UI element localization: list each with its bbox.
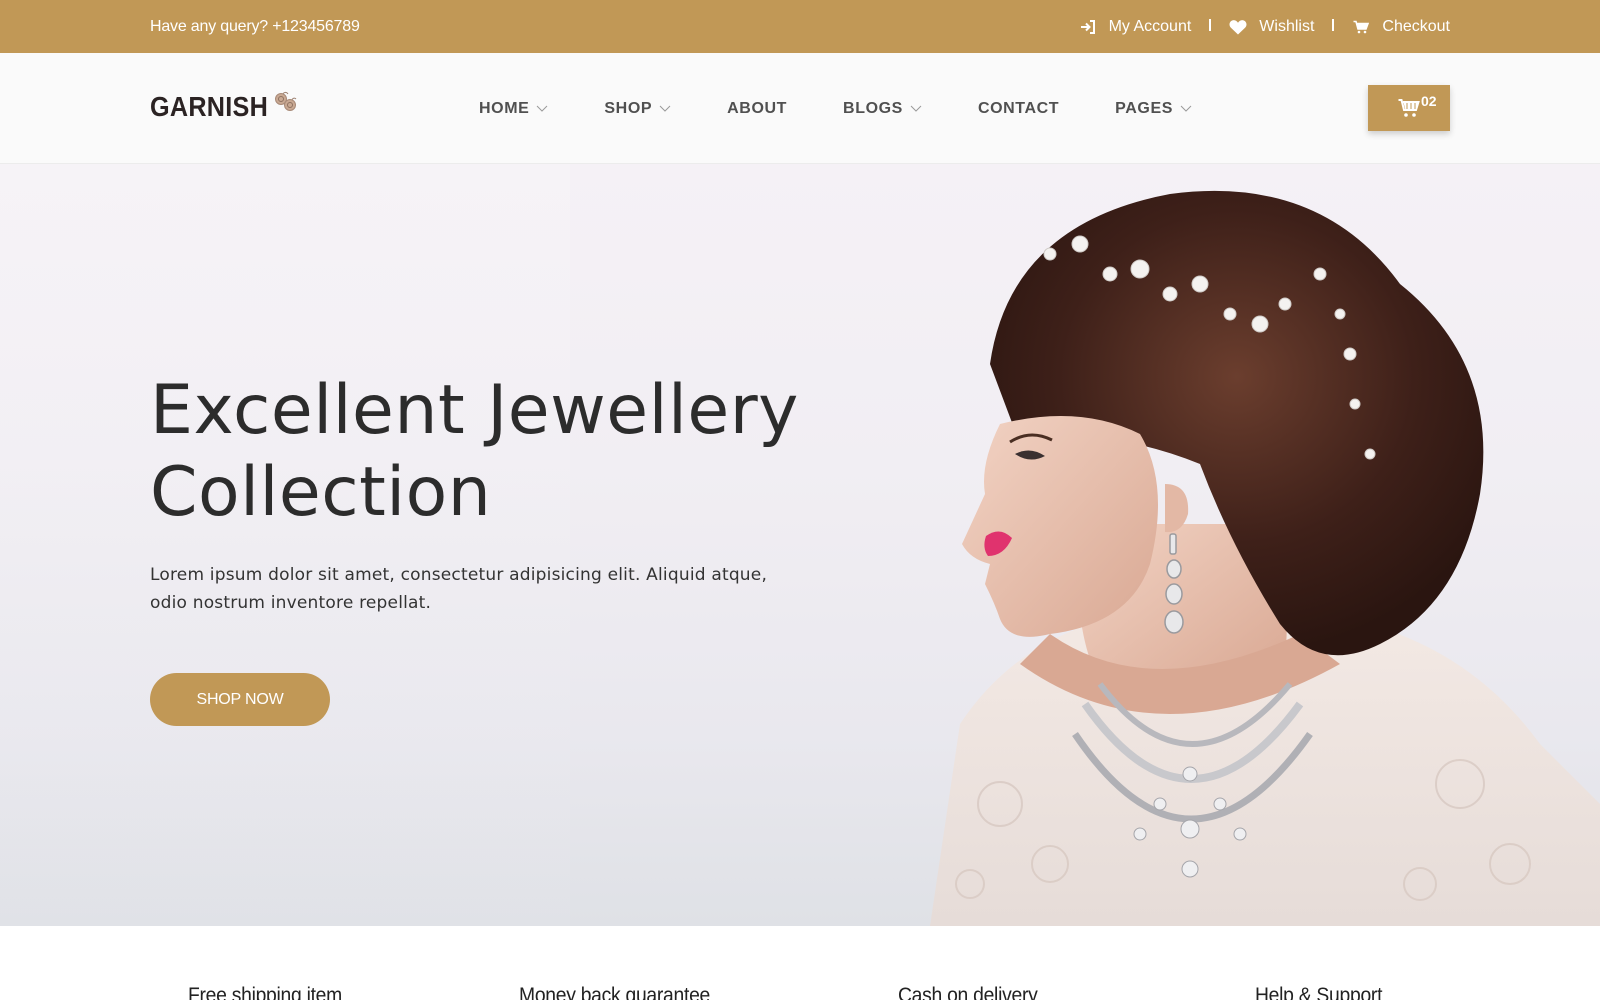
my-account-link[interactable]: My Account: [1079, 17, 1192, 36]
top-bar: Have any query? +123456789 My Account Wi…: [0, 0, 1600, 53]
main-header: GARNISH HOME SHOP ABOUT BLOGS CONTACT PA…: [0, 53, 1600, 164]
checkout-link[interactable]: Checkout: [1352, 18, 1450, 36]
main-nav: HOME SHOP ABOUT BLOGS CONTACT PAGES: [479, 53, 1192, 164]
chevron-down-icon: [1180, 105, 1192, 112]
hero-title-line: Excellent Jewellery: [150, 371, 799, 450]
divider: [1332, 18, 1335, 31]
features-row: Free shipping item Money back guarantee …: [0, 926, 1600, 1000]
feature-money-back: Money back guarantee: [519, 984, 711, 1000]
cart-icon: [1352, 18, 1370, 36]
chevron-down-icon: [536, 105, 548, 112]
shopping-cart-icon: [1398, 98, 1420, 123]
my-account-label: My Account: [1108, 17, 1192, 35]
logo-text: GARNISH: [150, 91, 269, 122]
nav-contact[interactable]: CONTACT: [978, 100, 1059, 118]
nav-contact-label: CONTACT: [977, 99, 1060, 117]
feature-cash-on-delivery: Cash on delivery: [898, 984, 1038, 1000]
wishlist-link[interactable]: Wishlist: [1229, 18, 1314, 36]
wishlist-label: Wishlist: [1259, 17, 1315, 35]
heart-icon: [1229, 18, 1247, 36]
nav-home[interactable]: HOME: [479, 100, 548, 118]
logo[interactable]: GARNISH: [150, 91, 299, 123]
cart-button[interactable]: 02: [1368, 85, 1450, 131]
nav-shop[interactable]: SHOP: [604, 100, 671, 118]
hero-banner: Excellent Jewellery Collection Lorem ips…: [0, 164, 1600, 926]
divider: [1209, 18, 1212, 31]
feature-free-shipping: Free shipping item: [188, 984, 342, 1000]
earrings-logo-icon: [273, 90, 299, 119]
hero-background-panel: [0, 164, 570, 926]
hero-title: Excellent Jewellery Collection: [150, 370, 870, 534]
hero-description: Lorem ipsum dolor sit amet, consectetur …: [150, 565, 768, 613]
sign-in-icon: [1079, 18, 1097, 36]
chevron-down-icon: [659, 105, 671, 112]
checkout-label: Checkout: [1382, 17, 1450, 35]
nav-blogs[interactable]: BLOGS: [843, 100, 922, 118]
hero-title-line: Collection: [150, 453, 492, 532]
hero-model-image: [900, 164, 1600, 926]
shop-now-button[interactable]: SHOP NOW: [150, 673, 330, 726]
nav-home-label: HOME: [479, 99, 530, 117]
top-links: My Account Wishlist Checkout: [1079, 0, 1450, 53]
nav-shop-label: SHOP: [604, 99, 653, 117]
nav-blogs-label: BLOGS: [843, 99, 903, 117]
nav-about-label: ABOUT: [727, 99, 788, 117]
nav-pages[interactable]: PAGES: [1115, 100, 1192, 118]
nav-about[interactable]: ABOUT: [727, 100, 787, 118]
contact-query-text: Have any query? +123456789: [150, 18, 360, 35]
feature-help-support: Help & Support: [1255, 984, 1383, 1000]
chevron-down-icon: [910, 105, 922, 112]
cart-count-badge: 02: [1421, 93, 1437, 109]
nav-pages-label: PAGES: [1115, 99, 1173, 117]
